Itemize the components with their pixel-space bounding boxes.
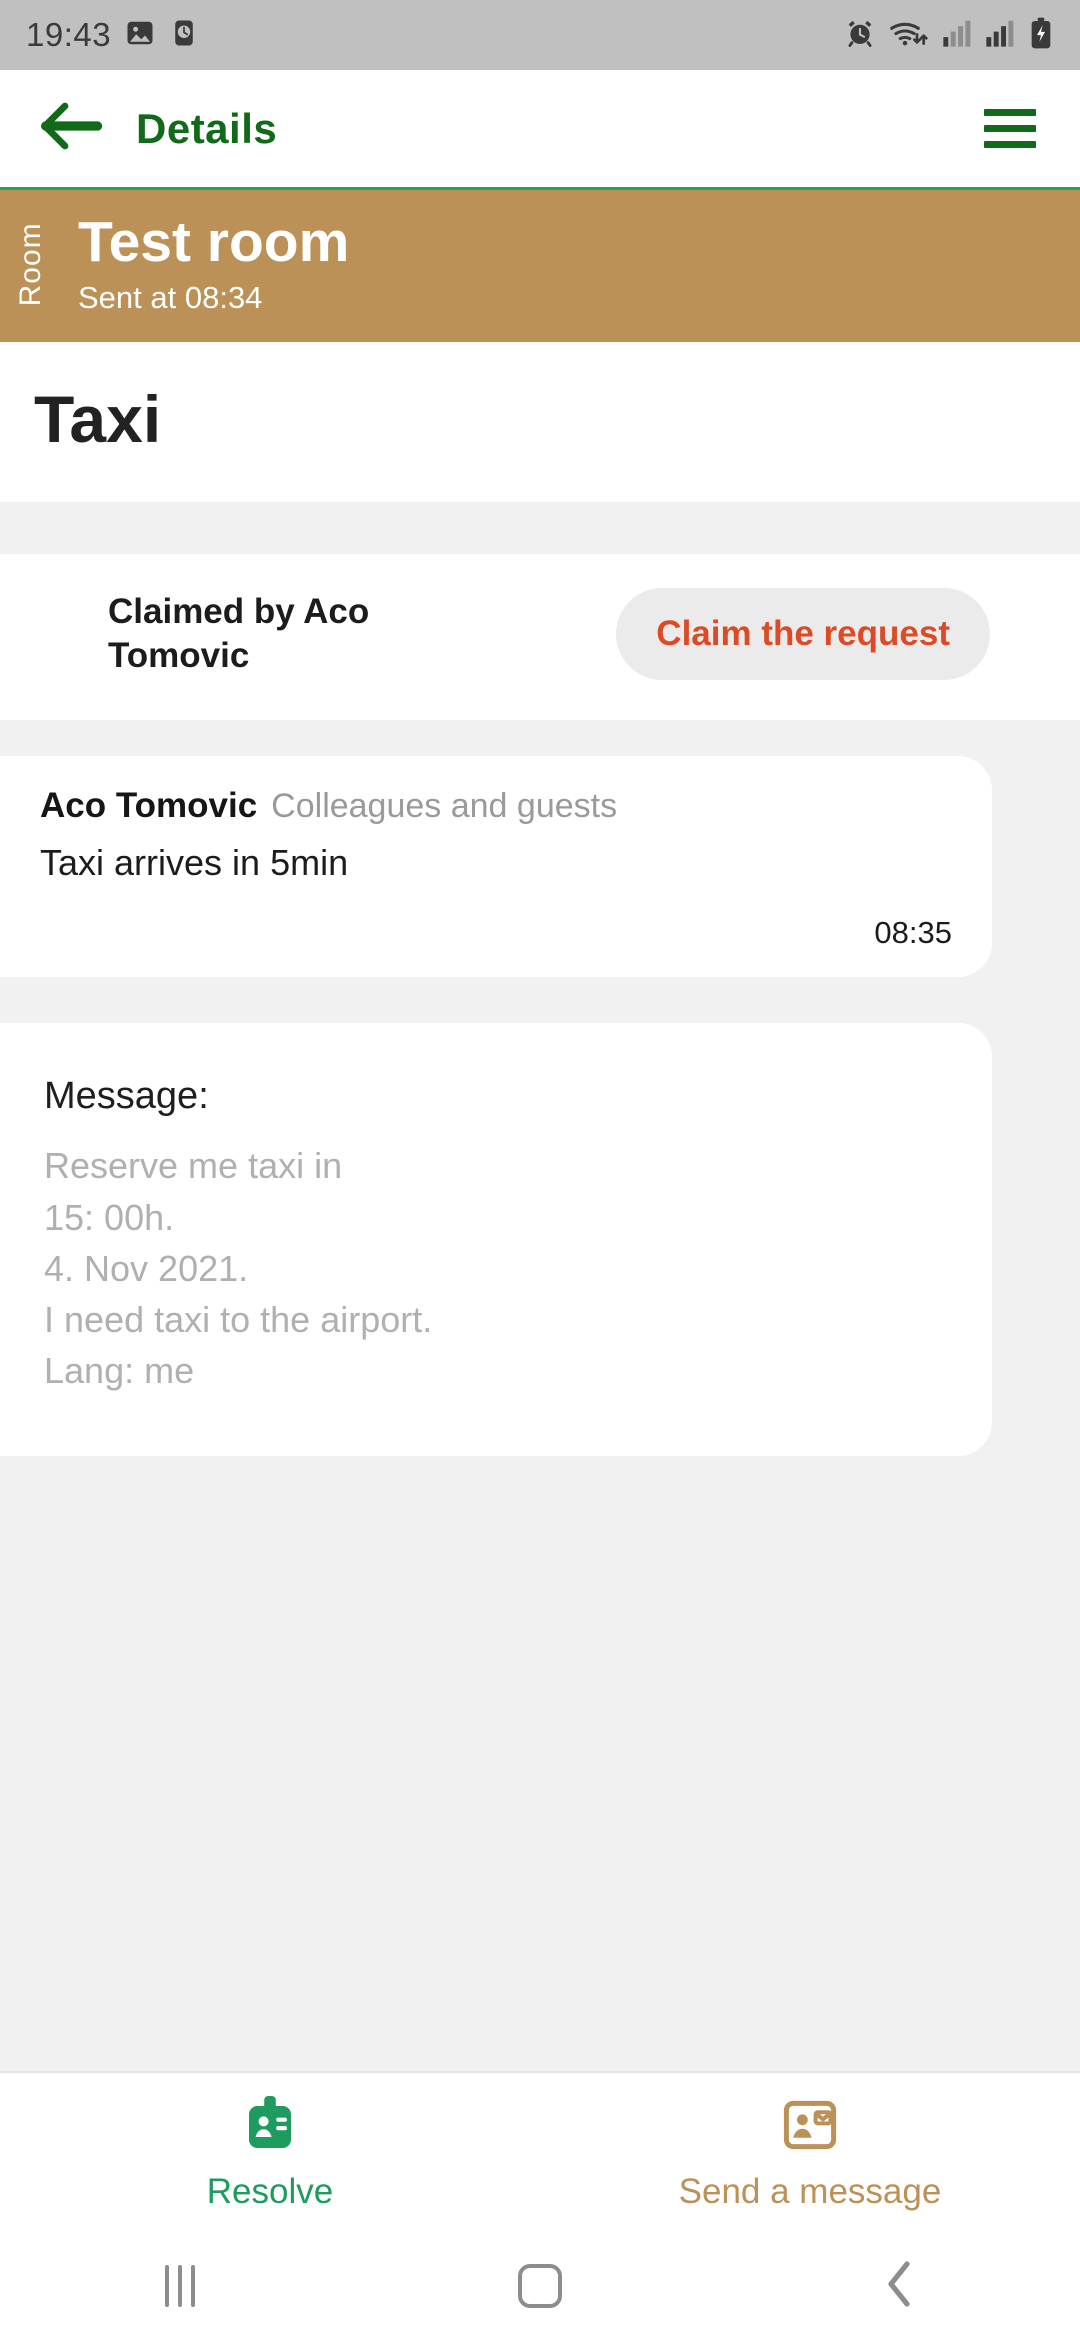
resolve-button[interactable]: Resolve bbox=[0, 2095, 540, 2212]
message-header: Aco Tomovic Colleagues and guests bbox=[40, 786, 952, 826]
page-title: Details bbox=[136, 104, 278, 152]
signal-1-icon bbox=[942, 18, 972, 53]
image-icon bbox=[125, 18, 155, 53]
request-detail-card[interactable]: Message: Reserve me taxi in 15: 00h. 4. … bbox=[0, 1023, 992, 1456]
message-card[interactable]: Aco Tomovic Colleagues and guests Taxi a… bbox=[0, 756, 992, 978]
app-header: Details bbox=[0, 70, 1080, 190]
back-button[interactable] bbox=[34, 91, 110, 167]
status-bar-right bbox=[844, 17, 1054, 54]
alarm-icon bbox=[844, 17, 876, 54]
phone-screen: 19:43 Details Room Test room Sent at 08:… bbox=[0, 0, 1080, 2340]
resolve-label: Resolve bbox=[206, 2172, 334, 2211]
android-nav-bar bbox=[0, 2232, 1080, 2340]
menu-button[interactable] bbox=[974, 93, 1046, 165]
battery-charging-icon bbox=[1028, 17, 1054, 54]
nav-back-button[interactable] bbox=[720, 2259, 1080, 2314]
section-divider-top bbox=[0, 502, 1080, 555]
content-area: Aco Tomovic Colleagues and guests Taxi a… bbox=[0, 720, 1080, 2071]
bottom-action-bar: Resolve Send a message bbox=[0, 2071, 1080, 2232]
detail-line: Reserve me taxi in bbox=[44, 1145, 343, 1187]
home-icon bbox=[518, 2264, 562, 2308]
request-title: Taxi bbox=[34, 382, 162, 457]
claim-request-button[interactable]: Claim the request bbox=[616, 588, 990, 681]
status-bar: 19:43 bbox=[0, 0, 1080, 70]
message-audience: Colleagues and guests bbox=[271, 787, 618, 826]
claim-section: Claimed by Aco Tomovic Claim the request bbox=[0, 554, 1080, 721]
back-arrow-icon bbox=[38, 100, 106, 157]
detail-line: I need taxi to the airport. bbox=[44, 1298, 433, 1340]
send-message-button[interactable]: Send a message bbox=[540, 2095, 1080, 2212]
message-time: 08:35 bbox=[874, 915, 952, 951]
clock-icon bbox=[169, 18, 199, 53]
request-title-section: Taxi bbox=[0, 342, 1080, 503]
send-message-label: Send a message bbox=[678, 2172, 942, 2211]
room-sent-time: Sent at 08:34 bbox=[78, 280, 263, 316]
detail-line: 15: 00h. bbox=[44, 1196, 175, 1238]
detail-line: Lang: me bbox=[44, 1349, 195, 1391]
claimed-by-label: Claimed by Aco Tomovic bbox=[108, 591, 370, 676]
nav-home-button[interactable] bbox=[360, 2264, 720, 2308]
contact-card-icon bbox=[780, 2095, 840, 2160]
id-badge-icon bbox=[241, 2095, 299, 2160]
room-banner[interactable]: Room Test room Sent at 08:34 bbox=[0, 190, 1080, 343]
room-side-label: Room bbox=[14, 222, 47, 307]
status-bar-left: 19:43 bbox=[26, 16, 199, 54]
message-text: Taxi arrives in 5min bbox=[40, 842, 349, 884]
room-info: Test room Sent at 08:34 bbox=[78, 212, 349, 316]
signal-2-icon bbox=[985, 18, 1015, 53]
message-detail-label: Message: bbox=[44, 1075, 209, 1118]
wifi-icon bbox=[889, 17, 929, 54]
status-bar-clock: 19:43 bbox=[26, 16, 112, 53]
nav-back-icon bbox=[883, 2259, 917, 2314]
message-author: Aco Tomovic bbox=[40, 786, 258, 826]
nav-recents-button[interactable] bbox=[0, 2265, 360, 2307]
detail-line: 4. Nov 2021. bbox=[44, 1247, 249, 1289]
hamburger-menu-icon bbox=[984, 109, 1036, 148]
room-name: Test room bbox=[78, 210, 350, 274]
recents-icon bbox=[165, 2265, 195, 2307]
